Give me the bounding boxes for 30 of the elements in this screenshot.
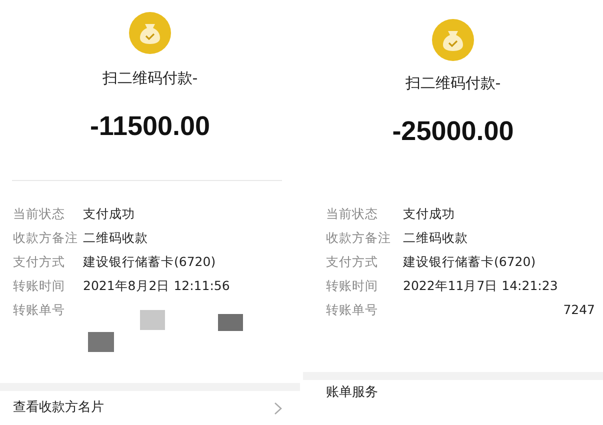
detail-label: 转账单号 xyxy=(326,301,379,319)
detail-label: 收款方备注 xyxy=(326,229,392,247)
redaction-block xyxy=(88,332,114,352)
detail-value: 2022年11月7日 14:21:23 xyxy=(403,277,558,295)
detail-label: 当前状态 xyxy=(326,205,379,223)
payment-title: 扫二维码付款- xyxy=(102,68,198,88)
detail-label: 转账单号 xyxy=(13,301,66,319)
detail-label: 转账时间 xyxy=(326,277,379,295)
detail-label: 当前状态 xyxy=(13,205,66,223)
redaction-block xyxy=(218,314,243,331)
detail-label: 收款方备注 xyxy=(13,229,79,247)
detail-label: 支付方式 xyxy=(13,253,66,271)
detail-value: 支付成功 xyxy=(83,205,135,223)
detail-value: 支付成功 xyxy=(403,205,455,223)
amount-text: -11500.00 xyxy=(90,110,210,142)
detail-value: 7247 xyxy=(563,301,595,319)
detail-label: 转账时间 xyxy=(13,277,66,295)
detail-value: 二维码收款 xyxy=(403,229,468,247)
payment-title: 扫二维码付款- xyxy=(405,73,501,93)
amount-text: -25000.00 xyxy=(392,115,514,147)
detail-label: 支付方式 xyxy=(326,253,379,271)
menu-item[interactable]: 账单服务 xyxy=(326,383,378,403)
money-bag-icon xyxy=(129,12,171,54)
money-bag-icon xyxy=(432,19,474,61)
detail-value: 建设银行储蓄卡(6720) xyxy=(403,253,536,271)
detail-value: 二维码收款 xyxy=(83,229,148,247)
redaction-block xyxy=(140,310,165,330)
detail-value: 建设银行储蓄卡(6720) xyxy=(83,253,216,271)
detail-value: 2021年8月2日 12:11:56 xyxy=(83,277,230,295)
menu-item[interactable]: 查看收款方名片 xyxy=(13,398,104,418)
